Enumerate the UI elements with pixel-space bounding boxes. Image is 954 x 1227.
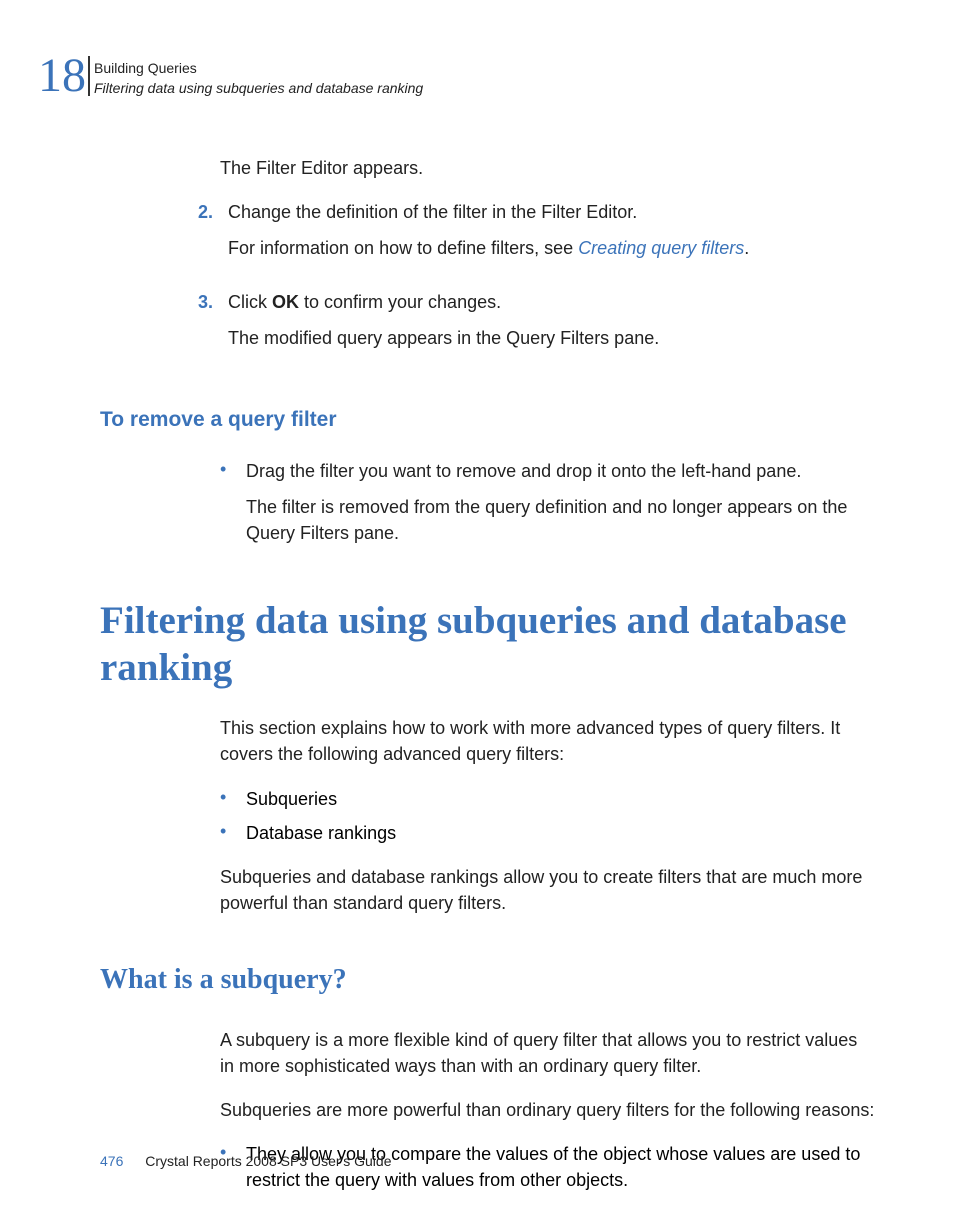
step-body: Click OK to confirm your changes. The mo…	[228, 289, 876, 361]
bullet-icon: •	[220, 458, 246, 556]
step-result: The modified query appears in the Query …	[228, 325, 876, 351]
subquery-para2: Subqueries are more powerful than ordina…	[220, 1097, 876, 1123]
text-suffix: to confirm your changes.	[299, 292, 501, 312]
main-outro: Subqueries and database rankings allow y…	[220, 864, 876, 916]
remove-filter-bullet: • Drag the filter you want to remove and…	[220, 458, 876, 556]
page-footer: 476 Crystal Reports 2008 SP3 User's Guid…	[100, 1151, 391, 1171]
footer-title: Crystal Reports 2008 SP3 User's Guide	[145, 1153, 391, 1169]
bullet-text: Subqueries	[246, 786, 337, 812]
step-3: 3. Click OK to confirm your changes. The…	[198, 289, 876, 361]
step-text: Change the definition of the filter in t…	[228, 199, 876, 225]
bullet-text: Drag the filter you want to remove and d…	[246, 458, 876, 484]
note-prefix: For information on how to define filters…	[228, 238, 578, 258]
bullet-icon: •	[220, 786, 246, 812]
page-content: The Filter Editor appears. 2. Change the…	[0, 99, 954, 1193]
step-body: Change the definition of the filter in t…	[228, 199, 876, 271]
step-note: For information on how to define filters…	[228, 235, 876, 261]
text-prefix: Click	[228, 292, 272, 312]
header-text-block: Building Queries Filtering data using su…	[94, 56, 423, 99]
step-number: 3.	[198, 289, 222, 361]
header-section-title: Filtering data using subqueries and data…	[94, 78, 423, 98]
main-intro: This section explains how to work with m…	[220, 715, 876, 767]
remove-query-filter-heading: To remove a query filter	[100, 405, 876, 435]
chapter-number: 18	[38, 56, 86, 97]
header-chapter-title: Building Queries	[94, 58, 423, 78]
page-number: 476	[100, 1153, 123, 1169]
continuation-text: The Filter Editor appears.	[220, 155, 876, 181]
note-suffix: .	[744, 238, 749, 258]
bullet-text: Database rankings	[246, 820, 396, 846]
bullet-body: Drag the filter you want to remove and d…	[246, 458, 876, 556]
step-text: Click OK to confirm your changes.	[228, 289, 876, 315]
creating-query-filters-link[interactable]: Creating query filters	[578, 238, 744, 258]
bullet-icon: •	[220, 820, 246, 846]
subquery-para1: A subquery is a more flexible kind of qu…	[220, 1027, 876, 1079]
intro-bullet-rankings: • Database rankings	[220, 820, 876, 846]
step-number: 2.	[198, 199, 222, 271]
page-header: 18 Building Queries Filtering data using…	[0, 0, 954, 99]
header-divider	[88, 56, 90, 96]
subquery-heading: What is a subquery?	[100, 960, 876, 1001]
step-2: 2. Change the definition of the filter i…	[198, 199, 876, 271]
main-heading: Filtering data using subqueries and data…	[100, 598, 876, 692]
intro-bullet-subqueries: • Subqueries	[220, 786, 876, 812]
bullet-result: The filter is removed from the query def…	[246, 494, 876, 546]
ok-label: OK	[272, 292, 299, 312]
